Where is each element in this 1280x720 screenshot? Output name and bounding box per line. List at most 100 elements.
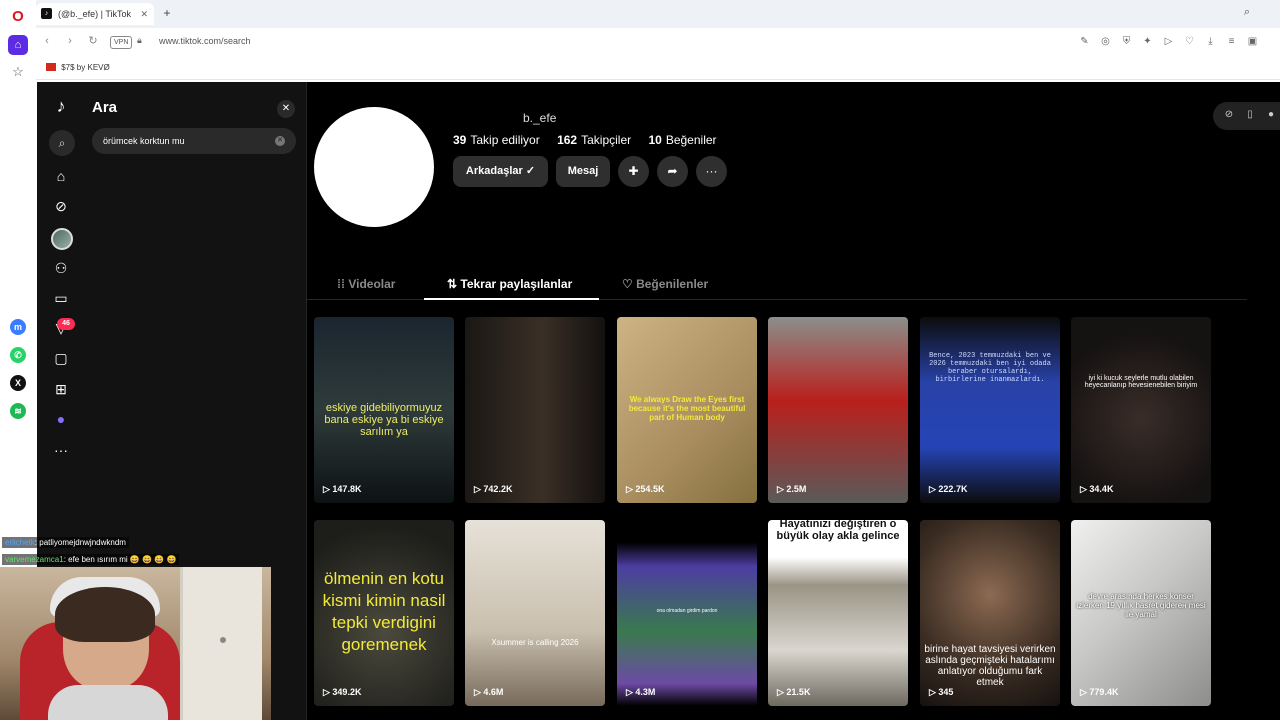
bookmark-label: $7$ by KEVØ [61,63,110,72]
tab-liked[interactable]: ♡ Beğenilenler [622,270,708,300]
tab-liked-label: Beğenilenler [636,277,709,291]
video-caption: Xsummer is calling 2026 [491,638,579,647]
chat-username: varvemezamca1 [5,555,64,564]
tab-reposts[interactable]: ⇅ Tekrar paylaşılanlar [447,270,572,300]
video-card[interactable]: Xsummer is calling 2026 ▷ 4.6M [465,520,605,706]
video-caption: Bence, 2023 temmuzdaki ben ve 2026 temmu… [929,352,1051,384]
message-button[interactable]: Mesaj [556,156,610,187]
notification-badge: 46 [57,318,75,330]
video-card[interactable]: Hayatınızı değiştiren o büyük olay akla … [768,520,908,706]
view-count: ▷ 254.5K [626,484,665,494]
search-tabs-icon[interactable]: ⌕ [1244,6,1250,19]
download-icon[interactable]: ⤓ [1204,35,1217,48]
home-icon[interactable]: ⌂ [8,35,28,55]
lock-icon[interactable]: 🔒︎ [137,35,142,46]
view-count: ▷ 4.3M [626,687,656,697]
messages-icon[interactable]: ▢ [51,348,71,368]
avatar[interactable] [51,228,73,250]
upload-icon[interactable]: ⊞ [51,379,71,399]
likes-count: 10 [648,133,662,147]
home-nav-icon[interactable]: ⌂ [51,166,71,186]
tab-reposts-label: Tekrar paylaşılanlar [460,277,573,291]
view-count-value: 349.2K [332,687,362,697]
opera-logo-icon[interactable]: O [9,8,27,26]
followers-label[interactable]: Takipçiler [581,133,631,147]
webcam-overlay [0,567,271,720]
clear-search-icon[interactable]: ✕ [275,136,285,146]
webcam-body [48,685,168,720]
play-icon[interactable]: ▷ [1162,35,1175,48]
extension-icon[interactable]: ✦ [1141,35,1154,48]
search-icon[interactable]: ⌕ [49,130,75,156]
video-card[interactable]: ölmenin en kotu kismi kimin nasil tepki … [314,520,454,706]
video-card[interactable]: Bence, 2023 temmuzdaki ben ve 2026 temmu… [920,317,1060,503]
profile-icon[interactable]: ● [51,409,71,429]
url-field[interactable]: www.tiktok.com/search [159,36,251,46]
whatsapp-icon[interactable]: ✆ [10,347,26,363]
friends-button[interactable]: Arkadaşlar ✓ [453,156,548,187]
close-icon[interactable]: ✕ [277,100,295,118]
search-input[interactable] [92,128,296,154]
x-icon[interactable]: X [10,375,26,391]
chat-text: : patliyomejdnwjndwkndm [34,538,126,547]
messenger-icon[interactable]: m [10,319,26,335]
tiktok-logo-icon[interactable]: ♪ [51,96,71,118]
video-caption: Hayatınızı değiştiren o büyük olay akla … [776,520,900,542]
chat-text: : efe ben ısırım mi 😄 😄 😄 😄 [63,555,177,564]
view-count: ▷ 349.2K [323,687,362,697]
phone-icon[interactable]: ▯ [1244,109,1256,121]
tab-title: (@b._efe) | TikTok [58,9,131,19]
search-panel-title: Ara [92,99,118,116]
video-card[interactable]: ona olmadan girdim pardon ▷ 4.3M [617,520,757,706]
profile-stats: 39 Takip ediliyor 162 Takipçiler 10 Beğenil… [453,133,731,147]
user-icon[interactable]: ● [1265,109,1277,121]
view-count: ▷ 4.6M [474,687,504,697]
more-options-button[interactable]: ··· [696,156,727,187]
video-card[interactable]: devre arasında herkes konser izlerken 19… [1071,520,1211,706]
bookmark-item[interactable]: $7$ by KEVØ [46,63,110,72]
live-icon[interactable]: ▭ [51,288,71,308]
edit-icon[interactable]: ✎ [1078,35,1091,48]
add-friend-icon[interactable]: ✚ [618,156,649,187]
star-icon[interactable]: ☆ [9,64,27,82]
camera-icon[interactable]: ◎ [1099,35,1112,48]
video-card[interactable]: ▷ 742.2K [465,317,605,503]
video-card[interactable]: ▷ 2.5M [768,317,908,503]
video-card[interactable]: iyi ki kucuk seylerle mutlu olabilen hey… [1071,317,1211,503]
forward-icon[interactable]: › [63,34,77,48]
heart-icon: ♡ [622,277,637,291]
vpn-badge[interactable]: VPN [110,36,133,49]
share-icon[interactable]: ➦ [657,156,688,187]
back-icon[interactable]: ‹ [40,34,54,48]
active-tab-indicator [424,298,599,300]
chat-message: varvemezamca1: efe ben ısırım mi 😄 😄 😄 😄 [2,554,180,565]
view-count-value: 21.5K [786,687,811,697]
heart-icon[interactable]: ♡ [1183,35,1196,48]
bookmark-flag-icon [46,63,56,71]
video-card[interactable]: eskiye gidebiliyormuyuz bana eskiye ya b… [314,317,454,503]
compass-icon[interactable]: ⊘ [1223,109,1235,121]
profile-avatar[interactable] [314,107,434,227]
view-count: ▷ 2.5M [777,484,807,494]
spotify-icon[interactable]: ≋ [10,403,26,419]
view-count: ▷ 222.7K [929,484,968,494]
menu-icon[interactable]: ≡ [1225,35,1238,48]
view-count: ▷ 34.4K [1080,484,1114,494]
browser-tab[interactable]: ♪ (@b._efe) | TikTok ✕ [36,3,154,25]
view-count-value: 34.4K [1089,484,1114,494]
shield-icon[interactable]: ⛨ [1120,35,1133,48]
following-count: 39 [453,133,467,147]
view-count-value: 254.5K [635,484,665,494]
following-icon[interactable]: ⚇ [51,258,71,278]
video-card[interactable]: We always Draw the Eyes first because it… [617,317,757,503]
new-tab-icon[interactable]: + [160,6,174,20]
tab-videos[interactable]: ⁞⁞ Videolar [337,270,395,300]
snapshot-icon[interactable]: ▣ [1246,35,1259,48]
video-card[interactable]: birine hayat tavsiyesi verirken aslında … [920,520,1060,706]
grid-icon: ⁞⁞ [337,277,349,291]
more-icon[interactable]: ··· [51,440,71,460]
close-tab-icon[interactable]: ✕ [140,3,148,25]
reload-icon[interactable]: ↻ [86,34,100,48]
following-label[interactable]: Takip ediliyor [470,133,539,147]
explore-icon[interactable]: ⊘ [51,196,71,216]
